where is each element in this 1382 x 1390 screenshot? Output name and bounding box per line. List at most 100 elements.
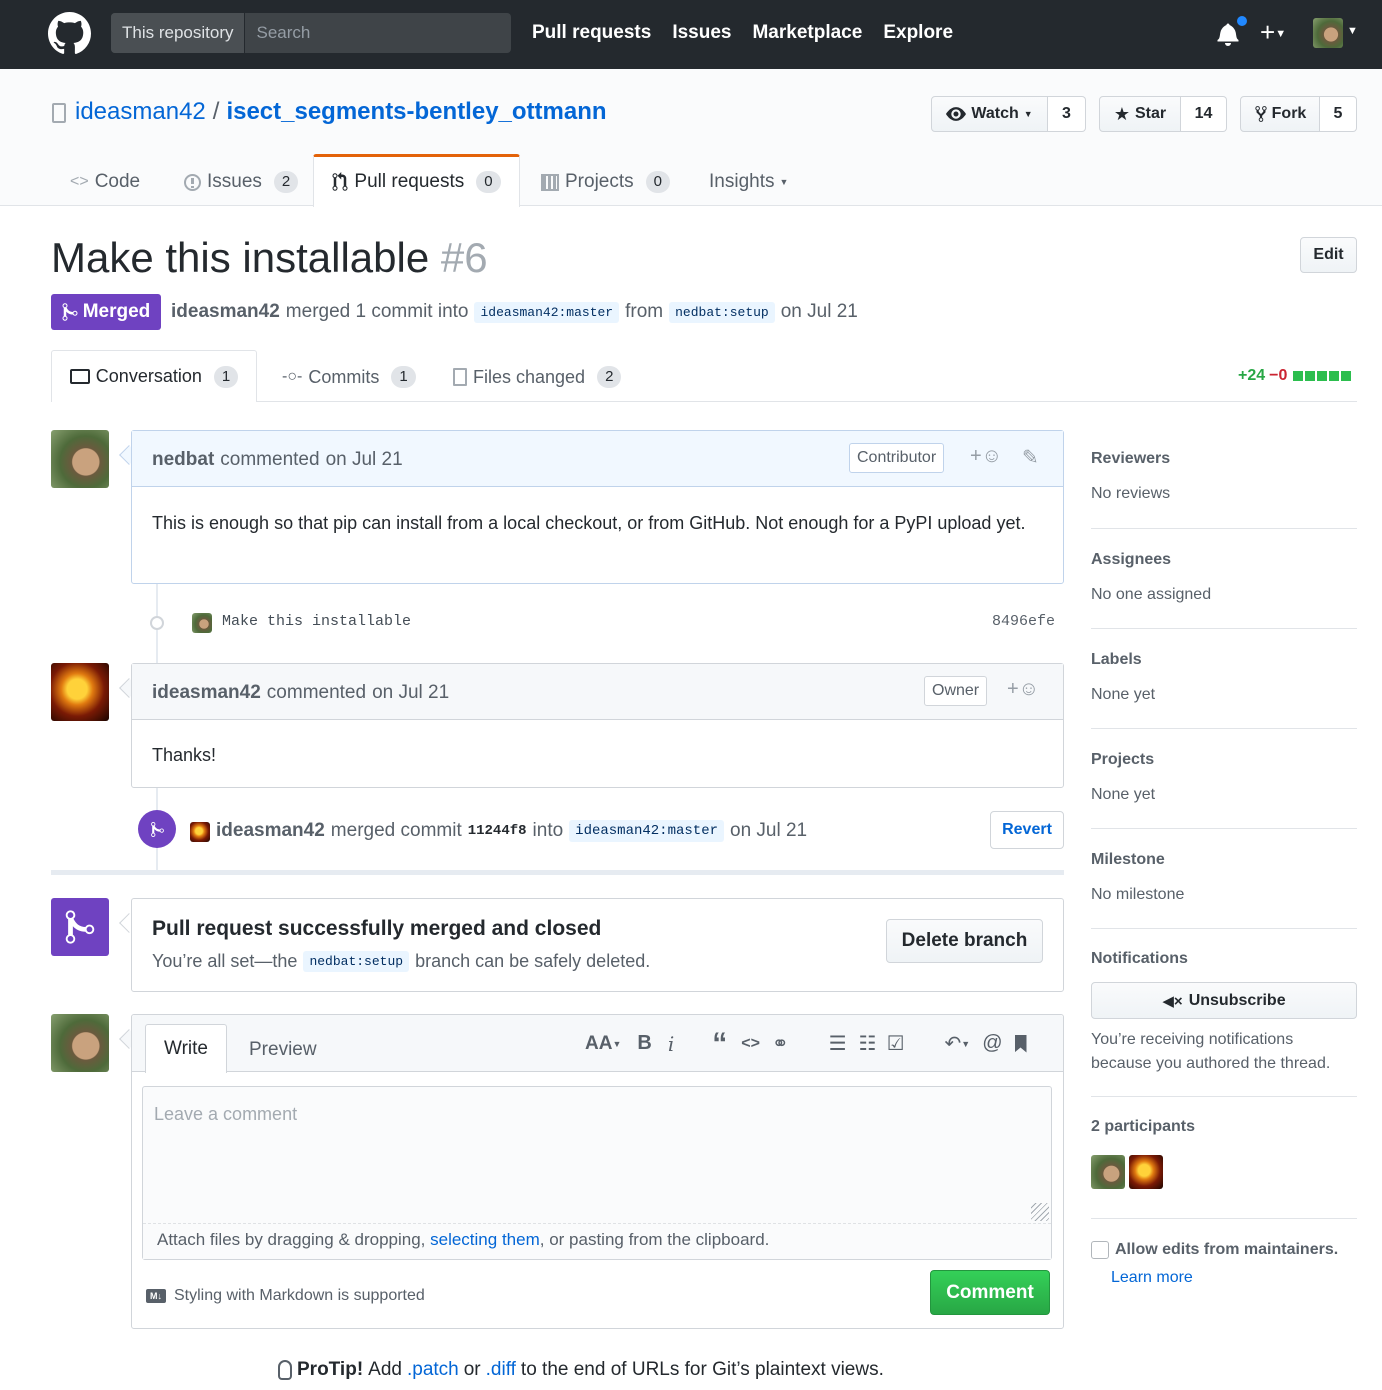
merge-author-link[interactable]: ideasman42 bbox=[216, 820, 325, 842]
repo-separator: / bbox=[212, 98, 220, 125]
diff-link[interactable]: .diff bbox=[486, 1359, 516, 1381]
task-list-icon[interactable]: ☑ bbox=[887, 1031, 905, 1056]
reply-icon[interactable]: ↶ bbox=[945, 1031, 962, 1056]
tab-code[interactable]: <> Code bbox=[70, 171, 140, 193]
delete-branch-button[interactable]: Delete branch bbox=[886, 919, 1043, 963]
quote-icon[interactable]: “ bbox=[712, 1028, 727, 1058]
tab-conversation[interactable]: Conversation 1 bbox=[51, 350, 257, 402]
fork-count[interactable]: 5 bbox=[1320, 96, 1357, 132]
nav-marketplace[interactable]: Marketplace bbox=[752, 22, 862, 44]
comment-date[interactable]: on Jul 21 bbox=[326, 449, 403, 471]
comment-action: commented bbox=[266, 682, 367, 703]
comment-date[interactable]: on Jul 21 bbox=[372, 682, 449, 704]
patch-link[interactable]: .patch bbox=[407, 1359, 459, 1381]
search-input[interactable]: Search bbox=[245, 23, 310, 43]
chevron-down-icon[interactable]: ▼ bbox=[1347, 25, 1358, 37]
caret-down-icon: ▼ bbox=[779, 177, 789, 187]
attach-bar[interactable]: Attach files by dragging & dropping, sel… bbox=[143, 1223, 1051, 1259]
resize-handle-icon[interactable] bbox=[1031, 1203, 1049, 1221]
tab-projects[interactable]: Projects 0 bbox=[541, 171, 670, 193]
notification-dot bbox=[1235, 14, 1249, 28]
merge-commit-sha[interactable]: 11244f8 bbox=[468, 823, 527, 839]
nav-issues[interactable]: Issues bbox=[672, 22, 731, 44]
comment-textarea[interactable]: Leave a comment Attach files by dragging… bbox=[142, 1086, 1052, 1260]
tab-pull-requests[interactable]: Pull requests 0 bbox=[313, 154, 520, 207]
merged-box-title: Pull request successfully merged and clo… bbox=[152, 917, 602, 940]
pr-merger-link[interactable]: ideasman42 bbox=[171, 301, 280, 323]
comment-author-link[interactable]: ideasman42 bbox=[152, 682, 261, 704]
participant-avatar[interactable] bbox=[1129, 1155, 1163, 1189]
tab-files-changed[interactable]: Files changed 2 bbox=[453, 366, 622, 388]
commit-author-avatar[interactable] bbox=[192, 613, 212, 633]
nav-pull-requests[interactable]: Pull requests bbox=[532, 22, 651, 44]
comment-author-avatar[interactable] bbox=[51, 663, 109, 721]
code-icon[interactable]: <> bbox=[741, 1035, 760, 1053]
attach-text1: Attach files by dragging & dropping, bbox=[157, 1230, 426, 1249]
text-size-icon[interactable]: AA bbox=[585, 1033, 612, 1055]
github-logo-icon[interactable] bbox=[48, 12, 91, 55]
sidebar-assignees[interactable]: Assignees No one assigned bbox=[1091, 529, 1357, 628]
repo-name-link[interactable]: isect_segments-bentley_ottmann bbox=[226, 98, 606, 126]
sidebar-reviewers[interactable]: Reviewers No reviews bbox=[1091, 430, 1357, 528]
unordered-list-icon[interactable]: ☰ bbox=[829, 1031, 847, 1056]
caret-down-icon: ▼ bbox=[1023, 109, 1033, 119]
merge-author-avatar[interactable] bbox=[190, 822, 210, 842]
edit-button[interactable]: Edit bbox=[1300, 237, 1357, 273]
add-reaction-icon[interactable]: +☺ bbox=[1007, 678, 1039, 701]
mention-icon[interactable]: @ bbox=[982, 1032, 1002, 1055]
sidebar-value: None yet bbox=[1091, 686, 1156, 703]
italic-icon[interactable]: i bbox=[668, 1032, 674, 1056]
head-branch-label[interactable]: nedbat:setup bbox=[669, 301, 775, 323]
header-nav: Pull requests Issues Marketplace Explore bbox=[532, 22, 953, 44]
merged-state-label: Merged bbox=[82, 301, 151, 322]
search-box[interactable]: This repository Search bbox=[111, 13, 511, 53]
add-reaction-icon[interactable]: +☺ bbox=[970, 445, 1002, 468]
comment-author-link[interactable]: nedbat bbox=[152, 449, 214, 471]
sidebar-labels[interactable]: Labels None yet bbox=[1091, 629, 1357, 728]
fork-button[interactable]: Fork bbox=[1240, 96, 1320, 132]
merge-date[interactable]: on Jul 21 bbox=[730, 820, 807, 842]
base-branch-label[interactable]: ideasman42:master bbox=[474, 301, 620, 323]
tab-insights[interactable]: Insights ▼ bbox=[709, 171, 788, 193]
allow-edits-label[interactable]: Allow edits from maintainers. bbox=[1115, 1241, 1338, 1259]
pr-meta: ideasman42 merged 1 commit into ideasman… bbox=[171, 301, 858, 323]
commit-sha[interactable]: 8496efe bbox=[992, 613, 1055, 630]
user-avatar[interactable] bbox=[1313, 18, 1343, 48]
allow-edits-checkbox[interactable] bbox=[1091, 1241, 1109, 1259]
revert-button[interactable]: Revert bbox=[990, 811, 1064, 849]
current-user-avatar[interactable] bbox=[51, 1014, 109, 1072]
star-icon: ★ bbox=[1113, 103, 1130, 124]
commit-message[interactable]: Make this installable bbox=[222, 613, 411, 630]
merged-box-branch[interactable]: nedbat:setup bbox=[303, 951, 410, 972]
participant-avatar[interactable] bbox=[1091, 1155, 1125, 1189]
plus-icon[interactable]: +▼ bbox=[1260, 18, 1286, 48]
learn-more-link[interactable]: Learn more bbox=[1111, 1269, 1357, 1287]
markdown-note[interactable]: M↓ Styling with Markdown is supported bbox=[146, 1287, 425, 1305]
tab-projects-label: Projects bbox=[565, 171, 634, 192]
nav-explore[interactable]: Explore bbox=[883, 22, 953, 44]
bookmark-icon[interactable] bbox=[1014, 1034, 1027, 1053]
preview-tab[interactable]: Preview bbox=[249, 1039, 317, 1061]
unsubscribe-button[interactable]: ◀× Unsubscribe bbox=[1091, 982, 1357, 1019]
repo-owner-link[interactable]: ideasman42 bbox=[75, 98, 206, 126]
sidebar-projects[interactable]: Projects None yet bbox=[1091, 729, 1357, 828]
tab-commits[interactable]: -○- Commits 1 bbox=[282, 366, 416, 388]
attach-link[interactable]: selecting them bbox=[430, 1230, 540, 1249]
tab-issues[interactable]: Issues 2 bbox=[184, 171, 299, 193]
comment-submit-button[interactable]: Comment bbox=[930, 1270, 1050, 1315]
sidebar-milestone[interactable]: Milestone No milestone bbox=[1091, 829, 1357, 928]
contributor-badge: Contributor bbox=[849, 443, 945, 473]
pencil-icon[interactable]: ✎ bbox=[1022, 445, 1039, 470]
write-tab[interactable]: Write bbox=[145, 1024, 227, 1073]
star-button[interactable]: ★ Star bbox=[1099, 96, 1181, 132]
star-count[interactable]: 14 bbox=[1181, 96, 1227, 132]
bold-icon[interactable]: B bbox=[637, 1032, 651, 1055]
watch-count[interactable]: 3 bbox=[1048, 96, 1086, 132]
watch-button[interactable]: Watch ▼ bbox=[931, 96, 1048, 132]
comment-author-avatar[interactable] bbox=[51, 430, 109, 488]
tab-pull-requests-count: 0 bbox=[476, 171, 501, 193]
diffstat[interactable]: +24 −0 bbox=[1238, 367, 1352, 385]
ordered-list-icon[interactable]: ☷ bbox=[859, 1031, 877, 1056]
link-icon[interactable]: ⚭ bbox=[772, 1031, 789, 1056]
merge-branch-label[interactable]: ideasman42:master bbox=[569, 820, 724, 842]
